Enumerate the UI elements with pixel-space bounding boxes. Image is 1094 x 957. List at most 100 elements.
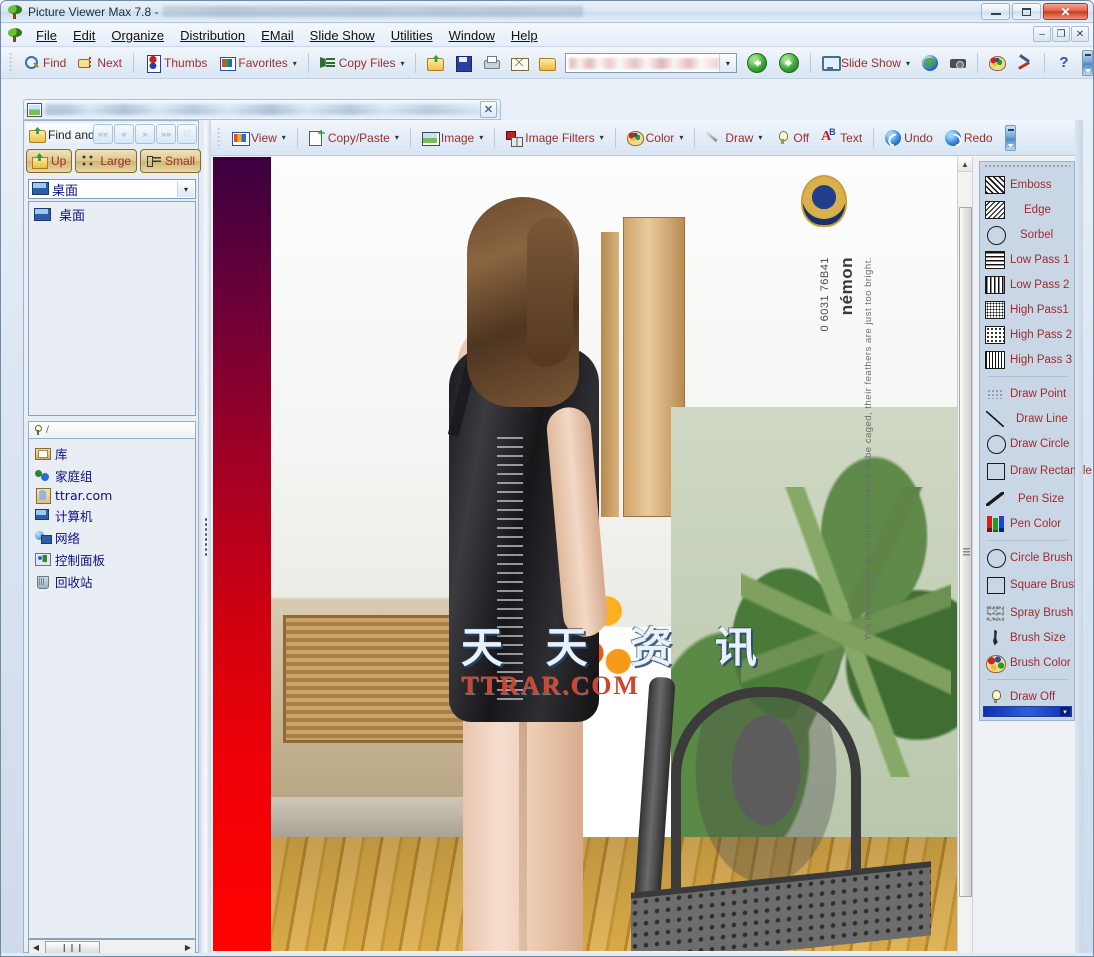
chevron-down-icon[interactable]: ▾ [758,133,762,142]
find-button[interactable]: Find [18,51,72,75]
filter-low-pass-1-button[interactable]: Low Pass 1 [980,247,1074,272]
list-item[interactable]: 控制面板 [29,548,195,570]
web-button[interactable] [916,51,944,75]
image-viewport[interactable]: némon 0 6031 76B41 You know some birds a… [213,157,965,951]
menu-utilities[interactable]: Utilities [383,26,441,45]
up-button[interactable]: Up [26,149,73,173]
print-button[interactable] [477,51,505,75]
maximize-button[interactable] [1012,3,1041,20]
editor-toolbar-grip[interactable] [217,126,221,149]
chevron-down-icon[interactable]: ▾ [293,59,297,68]
tools-button[interactable] [1011,51,1039,75]
list-item[interactable]: 库 [29,442,195,464]
palette-button[interactable] [983,51,1011,75]
brush-size-button[interactable]: Brush Size [980,625,1074,650]
path-dropdown-arrow[interactable]: ▾ [177,181,194,197]
image-button[interactable]: Image ▾ [416,126,489,150]
address-combobox[interactable]: ▾ [565,53,737,73]
next-button[interactable]: Next [72,51,128,75]
chevron-down-icon[interactable]: ▾ [282,133,286,142]
draw-off-toggle[interactable]: Off [768,126,815,150]
menu-help[interactable]: Help [503,26,546,45]
scroll-up-arrow[interactable]: ▲ [958,157,972,172]
chevron-down-icon[interactable]: ▾ [906,59,910,68]
pen-size-button[interactable]: Pen Size [980,486,1074,511]
list-item[interactable]: 计算机 [29,504,195,526]
brush-color-button[interactable]: Brush Color [980,650,1074,675]
filter-low-pass-2-button[interactable]: Low Pass 2 [980,272,1074,297]
image-filters-button[interactable]: Image Filters ▾ [500,126,609,150]
nav-first-button[interactable]: «« [93,124,113,144]
panel-splitter[interactable] [201,120,211,953]
large-icons-button[interactable]: Large [75,149,138,173]
menu-email[interactable]: EMail [253,26,302,45]
undo-button[interactable]: Undo [879,126,939,150]
list-item[interactable]: 网络 [29,526,195,548]
mdi-minimize-button[interactable]: – [1033,26,1051,42]
panel-grip[interactable] [984,164,1070,169]
folder-button[interactable] [533,51,561,75]
favorites-button[interactable]: Favorites ▾ [213,51,302,75]
slide-show-button[interactable]: Slide Show ▾ [816,51,916,75]
mdi-child-close-button[interactable]: ✕ [480,101,497,118]
email-button[interactable] [505,51,533,75]
draw-rectangle-button[interactable]: Draw Rectangle [980,456,1092,486]
open-button[interactable] [421,51,449,75]
draw-circle-button[interactable]: Draw Circle [980,431,1074,456]
list-item[interactable]: ttrar.com [29,486,195,504]
nav-prev-button[interactable]: « [114,124,134,144]
chevron-down-icon[interactable]: ▾ [400,59,404,68]
draw-button[interactable]: Draw ▾ [700,126,768,150]
circle-brush-button[interactable]: Circle Brush [980,545,1074,570]
thumbs-button[interactable]: Thumbs [139,51,213,75]
menu-window[interactable]: Window [441,26,503,45]
chevron-down-icon[interactable]: ▾ [479,133,483,142]
spray-brush-button[interactable]: Spray Brush [980,600,1074,625]
draw-point-button[interactable]: Draw Point [980,381,1074,406]
mdi-close-button[interactable]: ✕ [1071,26,1089,42]
menu-slide-show[interactable]: Slide Show [302,26,383,45]
scroll-left-arrow[interactable]: ◀ [29,940,43,954]
capture-button[interactable] [944,51,972,75]
menu-organize[interactable]: Organize [103,26,172,45]
redo-button[interactable]: Redo [939,126,999,150]
chevron-down-icon[interactable]: ▾ [679,133,683,142]
draw-line-button[interactable]: Draw Line [980,406,1074,431]
filter-sorbel-button[interactable]: Sorbel [980,222,1074,247]
nav-last-button[interactable]: »» [156,124,176,144]
menu-distribution[interactable]: Distribution [172,26,253,45]
nav-favorite-button[interactable]: ♡ [177,124,197,144]
nav-next-button[interactable]: » [135,124,155,144]
scroll-right-arrow[interactable]: ▶ [181,940,195,954]
scroll-thumb[interactable] [959,207,972,897]
list-item[interactable]: 回收站 [29,570,195,592]
menu-edit[interactable]: Edit [65,26,103,45]
menu-file[interactable]: File [28,26,65,45]
close-button[interactable]: ✕ [1043,3,1088,20]
copy-paste-button[interactable]: Copy/Paste ▾ [303,126,405,150]
save-button[interactable] [449,51,477,75]
scroll-thumb[interactable]: ❙❙❙ [45,940,100,954]
address-dropdown-arrow[interactable]: ▾ [718,54,736,72]
filter-emboss-button[interactable]: Emboss [980,172,1074,197]
editor-toolbar-overflow-handle[interactable] [1004,124,1016,151]
viewport-vertical-scrollbar[interactable]: ▲ [957,157,973,954]
list-item[interactable]: 桌面 [29,202,195,227]
square-brush-button[interactable]: Square Brush [980,570,1080,600]
back-button[interactable] [741,51,773,75]
filter-high-pass-1-button[interactable]: High Pass1 [980,297,1074,322]
mdi-restore-button[interactable]: ❐ [1052,26,1070,42]
forward-button[interactable] [773,51,805,75]
filter-high-pass-2-button[interactable]: High Pass 2 [980,322,1074,347]
toolbar-overflow-handle[interactable] [1082,50,1093,76]
pen-color-button[interactable]: Pen Color [980,511,1074,536]
minimize-button[interactable] [981,3,1010,20]
filter-high-pass-3-button[interactable]: High Pass 3 [980,347,1074,372]
small-icons-button[interactable]: Small [140,149,202,173]
text-button[interactable]: Text [815,126,868,150]
color-button[interactable]: Color ▾ [621,126,690,150]
mdi-child-title-bar[interactable]: ✕ [23,99,501,120]
places-list[interactable]: 库 家庭组 ttrar.com 计算机 网络 控制面板 回收站 [28,439,196,939]
folder-list[interactable]: 桌面 [28,201,196,416]
path-combobox[interactable]: 桌面 ▾ [28,179,196,199]
